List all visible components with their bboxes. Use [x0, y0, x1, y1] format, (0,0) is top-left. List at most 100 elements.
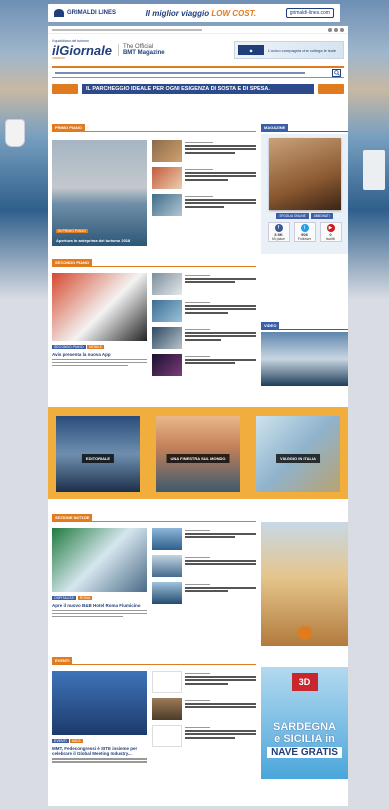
- eventi-tag2: MICE: [70, 739, 83, 743]
- parking-text: IL PARCHEGGIO IDEALE PER OGNI ESIGENZA D…: [82, 84, 314, 94]
- top-ad-banner[interactable]: GRIMALDI LINES Il miglior viaggio LOW CO…: [48, 4, 340, 22]
- list-item[interactable]: [152, 327, 256, 349]
- youtube-counter[interactable]: ▶ 0 Iscritti: [319, 222, 342, 242]
- primo-piano-tag: IN PRIMO PIANO: [56, 229, 88, 233]
- primo-piano-image: IN PRIMO PIANO Apertura in anteprima del…: [52, 140, 147, 246]
- twitter-label: Follower: [297, 237, 312, 241]
- facebook-icon[interactable]: [328, 27, 332, 32]
- sardegna-ad-line1: SARDEGNA: [273, 721, 336, 733]
- notizie-title: Apre il nuovo B&B Hotel Roma Fiumicino: [52, 603, 141, 608]
- cruise-ship-image: [6, 120, 24, 146]
- feature-band: EDITORIALE UNA FINESTRA SUL MONDO VIAGGI…: [48, 407, 348, 499]
- list-item-thumb: [152, 167, 182, 189]
- eventi-image: [52, 671, 147, 735]
- list-item[interactable]: [152, 167, 256, 189]
- list-item-thumb: [152, 528, 182, 550]
- notizie-tag1: OSPITALITA': [52, 596, 77, 600]
- notizie-main[interactable]: OSPITALITA' ROMA Apre il nuovo B&B Hotel…: [52, 528, 147, 618]
- eventi-main[interactable]: EVENTI MICE MMT, Fedecongressi è SITE in…: [52, 671, 147, 763]
- sardegna-ad-line2: e SICILIA in: [274, 733, 335, 745]
- list-item[interactable]: [152, 300, 256, 322]
- top-nav-links: [52, 28, 202, 31]
- notizie-image: [52, 528, 147, 592]
- eventi-tag1: EVENTI: [52, 739, 69, 743]
- official-magazine: The Official BMT Magazine: [117, 44, 165, 56]
- facebook-counter[interactable]: f 3.5K Mi piace: [267, 222, 290, 242]
- list-item[interactable]: [152, 698, 256, 720]
- search-button[interactable]: [332, 68, 341, 77]
- grimaldi-brand: GRIMALDI LINES: [54, 9, 116, 17]
- grimaldi-brand-text: GRIMALDI LINES: [67, 10, 116, 16]
- secondo-piano-section: SECONDO PIANO: [52, 259, 256, 267]
- list-item[interactable]: [152, 273, 256, 295]
- secondo-piano-tag2: MOBILE: [86, 345, 105, 349]
- magazine-cover-image[interactable]: [268, 138, 341, 210]
- eventi-list: [152, 671, 256, 752]
- parking-banner[interactable]: IL PARCHEGGIO IDEALE PER OGNI ESIGENZA D…: [52, 83, 344, 95]
- notizie-section: SEZIONE NOTIZIE: [52, 514, 256, 522]
- list-item[interactable]: [152, 582, 256, 604]
- section-label-magazine: MAGAZINE: [261, 124, 289, 131]
- secondo-piano-main[interactable]: SECONDO PIANO MOBILE Avis presenta la nu…: [52, 273, 147, 367]
- facebook-icon: f: [274, 224, 283, 232]
- site-header: il quotidiano del turismo ilGiornale vac…: [48, 34, 348, 66]
- primo-piano-title: Apertura in anteprima del turismo 2018: [56, 238, 131, 243]
- list-item[interactable]: [152, 671, 256, 693]
- list-item-thumb: [152, 140, 182, 162]
- video-thumbnail[interactable]: [261, 332, 348, 386]
- parking-logo-right: [318, 84, 344, 94]
- secondo-piano-image: [52, 273, 147, 341]
- secondo-piano-title: Avis presenta la nuova App: [52, 352, 111, 357]
- section-label-video: VIDEO: [261, 322, 280, 329]
- main-nav: [52, 66, 344, 78]
- list-item[interactable]: [152, 140, 256, 162]
- magazine-subscribe-button[interactable]: ABBONATI: [310, 213, 333, 219]
- site-logo[interactable]: il quotidiano del turismo ilGiornale vac…: [52, 39, 112, 60]
- logo-sub: vacanze: [52, 55, 66, 60]
- twitter-icon: t: [300, 224, 309, 232]
- notizie-list: [152, 528, 256, 609]
- feature-card-editoriale[interactable]: EDITORIALE: [56, 416, 140, 492]
- sardegna-ad-banner[interactable]: 3D SARDEGNA e SICILIA in NAVE GRATIS: [261, 667, 348, 779]
- secondo-piano-tag1: SECONDO PIANO: [52, 345, 86, 349]
- grimaldi-logo-icon: [54, 9, 64, 17]
- youtube-icon[interactable]: [340, 27, 344, 32]
- ad-text: L'unico compagnia che collega le isole: [268, 47, 337, 53]
- youtube-icon: ▶: [326, 224, 335, 232]
- page-container: il quotidiano del turismo ilGiornale vac…: [48, 26, 348, 806]
- section-label-primo-piano: PRIMO PIANO: [52, 124, 85, 131]
- parking-logo: [52, 84, 78, 94]
- eventi-section: EVENTI: [52, 657, 256, 665]
- feature-card-label: EDITORIALE: [81, 454, 115, 463]
- top-nav-line[interactable]: [52, 28, 202, 31]
- list-item-thumb: [152, 698, 182, 720]
- eventi-title: MMT, Fedecongressi è SITE insieme per ce…: [52, 746, 138, 757]
- main-nav-items: [55, 71, 305, 74]
- feature-card-finestra[interactable]: UNA FINESTRA SUL MONDO: [156, 416, 240, 492]
- secondo-piano-list: [152, 273, 256, 381]
- list-item-thumb: [152, 273, 182, 295]
- list-item[interactable]: [152, 354, 256, 376]
- main-nav-line[interactable]: [55, 71, 305, 74]
- primo-piano-section: PRIMO PIANO: [52, 124, 256, 132]
- egypt-ad-banner[interactable]: [261, 522, 348, 646]
- primo-piano-main[interactable]: IN PRIMO PIANO Apertura in anteprima del…: [52, 140, 147, 246]
- feature-card-viaggio[interactable]: VIAGGIO IN ITALIA: [256, 416, 340, 492]
- magazine-read-button[interactable]: SFOGLIA ONLINE: [276, 213, 309, 219]
- list-item[interactable]: [152, 194, 256, 216]
- section-label-secondo-piano: SECONDO PIANO: [52, 259, 93, 266]
- official-line2: BMT Magazine: [122, 50, 165, 56]
- notizie-tag2: ROMA: [77, 596, 93, 600]
- ship-image: [363, 150, 385, 190]
- list-item-thumb: [152, 725, 182, 747]
- list-item[interactable]: [152, 555, 256, 577]
- header-ad-banner[interactable]: ◆ L'unico compagnia che collega le isole: [234, 41, 344, 59]
- search-icon: [333, 69, 340, 76]
- magazine-section: MAGAZINE: [261, 124, 348, 132]
- list-item[interactable]: [152, 528, 256, 550]
- list-item[interactable]: [152, 725, 256, 747]
- twitter-icon[interactable]: [334, 27, 338, 32]
- banner-site-link[interactable]: grimaldi-lines.com: [285, 8, 334, 18]
- twitter-counter[interactable]: t 906 Follower: [293, 222, 316, 242]
- list-item-thumb: [152, 194, 182, 216]
